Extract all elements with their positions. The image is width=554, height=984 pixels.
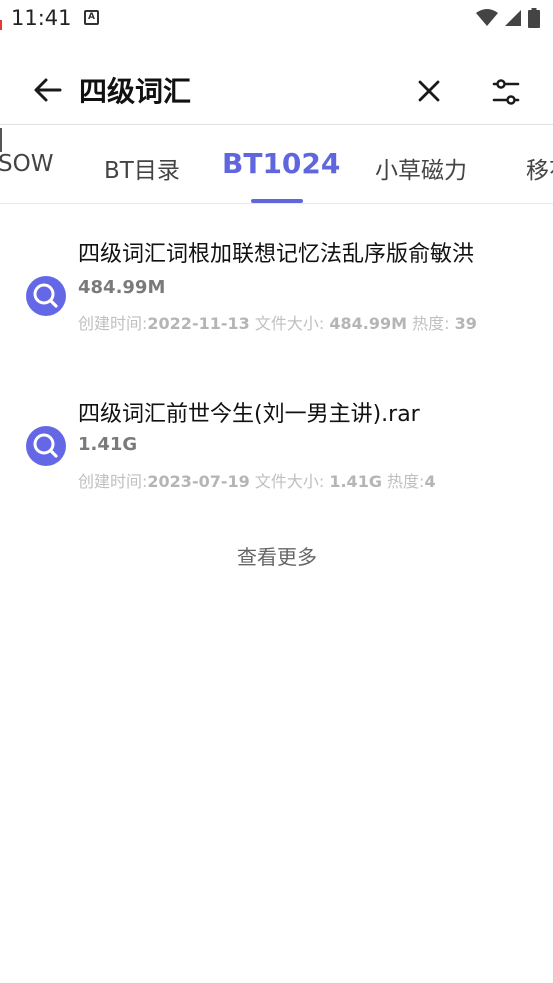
heat-value: 4 [424, 472, 436, 491]
created-date: 2023-07-19 [147, 472, 250, 491]
tab-bt1024[interactable]: BT1024 [222, 147, 340, 180]
status-time: 11:41 [11, 6, 72, 30]
result-title: 四级词汇词根加联想记忆法乱序版俞敏洪 [78, 242, 475, 267]
system-icons [476, 8, 540, 28]
result-item[interactable]: 四级词汇词根加联想记忆法乱序版俞敏洪 484.99M 创建时间:2022-11-… [0, 204, 553, 374]
result-meta: 创建时间:2022-11-13 文件大小: 484.99M 热度: 39 [78, 314, 477, 333]
signal-icon [505, 10, 521, 26]
result-size: 484.99M [78, 277, 166, 298]
created-date: 2022-11-13 [147, 314, 250, 333]
tab-bt-catalog[interactable]: BT目录 [104, 151, 180, 185]
notification-a-icon: A [84, 10, 99, 25]
result-item[interactable]: 四级词汇前世今生(刘一男主讲).rar 1.41G 创建时间:2023-07-1… [0, 374, 553, 534]
filter-button[interactable] [488, 74, 524, 110]
source-tabs: SOW BT目录 BT1024 小草磁力 移花 [0, 124, 553, 204]
results-list: 四级词汇词根加联想记忆法乱序版俞敏洪 484.99M 创建时间:2022-11-… [0, 204, 553, 534]
result-icon [26, 276, 66, 316]
result-title: 四级词汇前世今生(刘一男主讲).rar [78, 402, 420, 427]
result-icon [26, 426, 66, 466]
arrow-left-icon [34, 78, 62, 102]
file-size: 484.99M [329, 314, 408, 333]
search-icon [33, 283, 58, 308]
tab-sow[interactable]: SOW [0, 151, 53, 177]
view-more-link[interactable]: 查看更多 [0, 541, 553, 570]
tab-xiaocao-magnet[interactable]: 小草磁力 [375, 151, 467, 185]
battery-icon [528, 8, 540, 28]
heat-value: 39 [454, 314, 477, 333]
search-toolbar: 四级词汇 [0, 56, 553, 124]
sliders-icon [492, 79, 520, 105]
close-icon [418, 80, 440, 102]
result-size: 1.41G [78, 434, 138, 455]
search-query-title[interactable]: 四级词汇 [79, 70, 191, 110]
back-button[interactable] [30, 74, 66, 106]
status-bar: 11:41 A [0, 0, 553, 38]
file-size: 1.41G [329, 472, 382, 491]
active-tab-indicator [251, 199, 303, 203]
clear-search-button[interactable] [412, 74, 446, 108]
app-screen: 11:41 A 四级词汇 SOW BT目录 BT1024 小草磁力 移 四级词汇… [0, 0, 554, 984]
result-meta: 创建时间:2023-07-19 文件大小: 1.41G 热度:4 [78, 472, 436, 491]
edge-indicator [0, 20, 2, 30]
wifi-icon [476, 9, 498, 26]
tab-yihua[interactable]: 移花 [526, 151, 553, 185]
search-icon [33, 433, 58, 458]
